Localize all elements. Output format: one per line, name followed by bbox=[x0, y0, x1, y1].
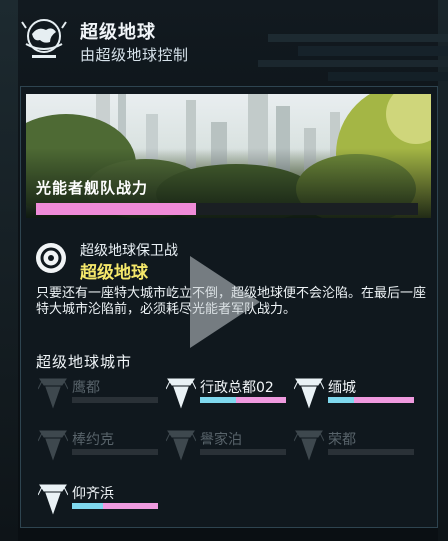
city-emblem-icon bbox=[166, 378, 196, 409]
city-name: 荣都 bbox=[328, 432, 356, 448]
cities-section-title: 超级地球城市 bbox=[36, 353, 133, 371]
city-name: 缅城 bbox=[328, 380, 356, 396]
city-progress-bar bbox=[72, 449, 158, 455]
city-progress-bar bbox=[200, 397, 286, 403]
target-ring-icon bbox=[36, 243, 66, 273]
super-earth-globe-icon bbox=[21, 19, 67, 58]
city-item[interactable]: 鹰都 bbox=[38, 377, 166, 417]
page-title: 超级地球 bbox=[80, 22, 156, 43]
left-frame bbox=[0, 0, 18, 541]
city-progress-cyan bbox=[72, 503, 103, 509]
city-name: 行政总都02 bbox=[200, 380, 274, 396]
page-subtitle: 由超级地球控制 bbox=[80, 46, 189, 64]
city-progress-pink bbox=[353, 397, 414, 403]
city-emblem-icon bbox=[38, 378, 68, 409]
city-emblem-icon bbox=[294, 430, 324, 461]
defense-planet-name: 超级地球 bbox=[80, 263, 148, 283]
city-emblem-icon bbox=[294, 378, 324, 409]
city-name: 棒约克 bbox=[72, 432, 114, 448]
city-name: 譽家泊 bbox=[200, 432, 242, 448]
decorative-panels bbox=[258, 34, 448, 81]
fleet-strength-fill bbox=[36, 203, 197, 215]
city-banner-image: 光能者舰队战力 bbox=[26, 94, 431, 218]
city-progress-cyan bbox=[200, 397, 237, 403]
city-item[interactable]: 仰齐浜 bbox=[38, 483, 166, 523]
city-progress-bar bbox=[328, 397, 414, 403]
defense-campaign-label: 超级地球保卫战 bbox=[80, 243, 178, 259]
fleet-strength-label: 光能者舰队战力 bbox=[36, 179, 149, 197]
city-progress-bar bbox=[328, 449, 414, 455]
city-item[interactable]: 荣都 bbox=[294, 429, 422, 469]
city-progress-bar bbox=[200, 449, 286, 455]
city-name: 仰齐浜 bbox=[72, 486, 114, 502]
fleet-strength-bar bbox=[36, 203, 418, 215]
city-progress-pink bbox=[236, 397, 286, 403]
city-item[interactable]: 缅城 bbox=[294, 377, 422, 417]
city-progress-cyan bbox=[328, 397, 354, 403]
city-emblem-icon bbox=[38, 430, 68, 461]
city-emblem-icon bbox=[38, 484, 68, 515]
city-progress-bar bbox=[72, 503, 158, 509]
city-progress-pink bbox=[102, 503, 158, 509]
city-name: 鹰都 bbox=[72, 380, 100, 396]
city-progress-bar bbox=[72, 397, 158, 403]
city-emblem-icon bbox=[166, 430, 196, 461]
city-item[interactable]: 譽家泊 bbox=[166, 429, 294, 469]
city-item[interactable]: 行政总都02 bbox=[166, 377, 294, 417]
city-item[interactable]: 棒约克 bbox=[38, 429, 166, 469]
play-icon[interactable] bbox=[184, 252, 264, 352]
